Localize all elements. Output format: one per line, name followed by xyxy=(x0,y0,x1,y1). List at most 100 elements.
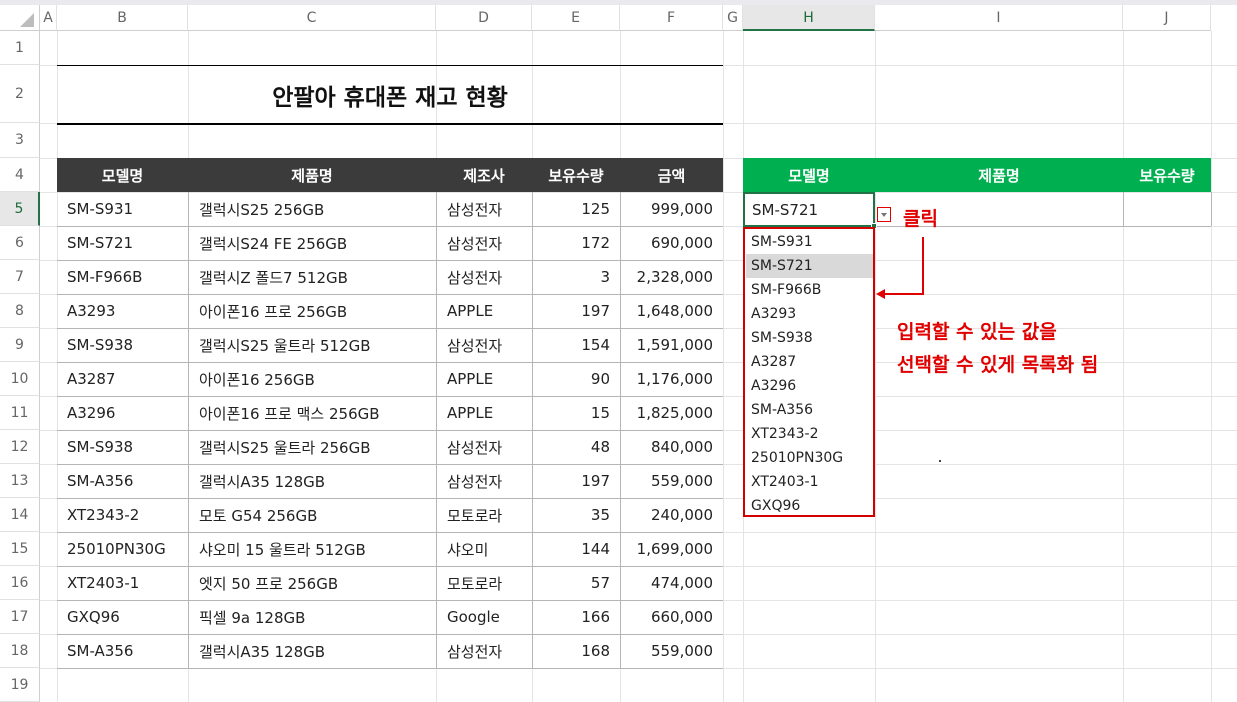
table-cell[interactable]: 2,328,000 xyxy=(620,260,723,294)
table-cell[interactable]: 1,591,000 xyxy=(620,328,723,362)
table-cell[interactable]: 삼성전자 xyxy=(436,328,532,362)
table-cell[interactable]: 15 xyxy=(532,396,620,430)
row-header-2[interactable]: 2 xyxy=(0,65,40,123)
table-cell[interactable]: XT2403-1 xyxy=(57,566,188,600)
table-cell[interactable]: APPLE xyxy=(436,396,532,430)
select-all-corner[interactable] xyxy=(0,5,40,31)
table-cell[interactable]: SM-A356 xyxy=(57,634,188,668)
row-header-13[interactable]: 13 xyxy=(0,464,40,498)
dropdown-button[interactable] xyxy=(877,207,891,222)
row-header-19[interactable]: 19 xyxy=(0,668,40,702)
column-header-f[interactable]: F xyxy=(620,5,723,31)
table-cell[interactable]: A3287 xyxy=(57,362,188,396)
table-cell[interactable]: 아이폰16 프로 256GB xyxy=(188,294,436,328)
row-header-6[interactable]: 6 xyxy=(0,226,40,260)
table-cell[interactable]: 559,000 xyxy=(620,634,723,668)
table-cell[interactable]: 아이폰16 프로 맥스 256GB xyxy=(188,396,436,430)
table-cell[interactable]: SM-S938 xyxy=(57,430,188,464)
column-header-j[interactable]: J xyxy=(1123,5,1211,31)
row-header-17[interactable]: 17 xyxy=(0,600,40,634)
table-cell[interactable]: 픽셀 9a 128GB xyxy=(188,600,436,634)
table-cell[interactable]: 57 xyxy=(532,566,620,600)
table-cell[interactable]: 1,699,000 xyxy=(620,532,723,566)
active-cell-h5[interactable]: SM-S721 xyxy=(743,192,875,227)
table-cell[interactable]: 25010PN30G xyxy=(57,532,188,566)
row-header-14[interactable]: 14 xyxy=(0,498,40,532)
table-cell[interactable]: XT2343-2 xyxy=(57,498,188,532)
dropdown-option[interactable]: 25010PN30G xyxy=(746,446,873,470)
table-cell[interactable]: 엣지 50 프로 256GB xyxy=(188,566,436,600)
table-cell[interactable]: APPLE xyxy=(436,362,532,396)
table-cell[interactable]: 474,000 xyxy=(620,566,723,600)
table-cell[interactable]: 1,648,000 xyxy=(620,294,723,328)
dropdown-option[interactable]: GXQ96 xyxy=(746,494,873,518)
row-header-4[interactable]: 4 xyxy=(0,158,40,192)
table-cell[interactable]: 90 xyxy=(532,362,620,396)
row-header-11[interactable]: 11 xyxy=(0,396,40,430)
table-cell[interactable]: 갤럭시Z 폴드7 512GB xyxy=(188,260,436,294)
table-cell[interactable]: SM-F966B xyxy=(57,260,188,294)
table-cell[interactable]: 660,000 xyxy=(620,600,723,634)
row-header-1[interactable]: 1 xyxy=(0,31,40,65)
table-cell[interactable]: 샤오미 15 울트라 512GB xyxy=(188,532,436,566)
table-cell[interactable]: 삼성전자 xyxy=(436,430,532,464)
dropdown-option[interactable]: SM-S938 xyxy=(746,326,873,350)
dropdown-option[interactable]: SM-F966B xyxy=(746,278,873,302)
dropdown-option[interactable]: XT2403-1 xyxy=(746,470,873,494)
table-cell[interactable]: 삼성전자 xyxy=(436,260,532,294)
dropdown-option[interactable]: XT2343-2 xyxy=(746,422,873,446)
dropdown-option[interactable]: A3287 xyxy=(746,350,873,374)
row-header-12[interactable]: 12 xyxy=(0,430,40,464)
table-cell[interactable]: 1,176,000 xyxy=(620,362,723,396)
table-cell[interactable]: 197 xyxy=(532,464,620,498)
table-cell[interactable]: 삼성전자 xyxy=(436,464,532,498)
table-cell[interactable]: 154 xyxy=(532,328,620,362)
table-cell[interactable]: 샤오미 xyxy=(436,532,532,566)
table-cell[interactable]: 갤럭시A35 128GB xyxy=(188,464,436,498)
column-header-a[interactable]: A xyxy=(40,5,57,31)
table-cell[interactable]: 166 xyxy=(532,600,620,634)
table-cell[interactable]: 아이폰16 256GB xyxy=(188,362,436,396)
table-cell[interactable]: 모토 G54 256GB xyxy=(188,498,436,532)
table-cell[interactable]: 240,000 xyxy=(620,498,723,532)
table-cell[interactable]: 172 xyxy=(532,226,620,260)
table-cell[interactable]: 144 xyxy=(532,532,620,566)
table-cell[interactable]: SM-S931 xyxy=(57,192,188,226)
table-cell[interactable]: SM-S721 xyxy=(57,226,188,260)
column-header-d[interactable]: D xyxy=(436,5,532,31)
row-header-10[interactable]: 10 xyxy=(0,362,40,396)
row-header-9[interactable]: 9 xyxy=(0,328,40,362)
column-header-b[interactable]: B xyxy=(57,5,188,31)
table-cell[interactable]: 999,000 xyxy=(620,192,723,226)
row-header-3[interactable]: 3 xyxy=(0,123,40,158)
table-cell[interactable]: APPLE xyxy=(436,294,532,328)
dropdown-option[interactable]: SM-S721 xyxy=(746,254,873,278)
table-cell[interactable]: 690,000 xyxy=(620,226,723,260)
table-cell[interactable]: Google xyxy=(436,600,532,634)
table-cell[interactable]: 모토로라 xyxy=(436,566,532,600)
table-cell[interactable]: A3296 xyxy=(57,396,188,430)
dropdown-option[interactable]: A3293 xyxy=(746,302,873,326)
table-cell[interactable]: 삼성전자 xyxy=(436,634,532,668)
column-header-g[interactable]: G xyxy=(723,5,743,31)
row-header-8[interactable]: 8 xyxy=(0,294,40,328)
table-cell[interactable]: 갤럭시S25 울트라 256GB xyxy=(188,430,436,464)
column-header-i[interactable]: I xyxy=(875,5,1123,31)
row-header-5[interactable]: 5 xyxy=(0,192,40,226)
table-cell[interactable]: A3293 xyxy=(57,294,188,328)
table-cell[interactable]: 3 xyxy=(532,260,620,294)
table-cell[interactable]: SM-A356 xyxy=(57,464,188,498)
table-cell[interactable]: 1,825,000 xyxy=(620,396,723,430)
table-cell[interactable]: 559,000 xyxy=(620,464,723,498)
table-cell[interactable]: 168 xyxy=(532,634,620,668)
table-cell[interactable]: 48 xyxy=(532,430,620,464)
column-header-e[interactable]: E xyxy=(532,5,620,31)
table-cell[interactable]: 갤럭시S25 울트라 512GB xyxy=(188,328,436,362)
table-cell[interactable]: 197 xyxy=(532,294,620,328)
column-header-c[interactable]: C xyxy=(188,5,436,31)
table-cell[interactable]: GXQ96 xyxy=(57,600,188,634)
dropdown-option[interactable]: A3296 xyxy=(746,374,873,398)
column-header-h[interactable]: H xyxy=(743,5,875,31)
dropdown-option[interactable]: SM-A356 xyxy=(746,398,873,422)
table-cell[interactable]: 갤럭시A35 128GB xyxy=(188,634,436,668)
